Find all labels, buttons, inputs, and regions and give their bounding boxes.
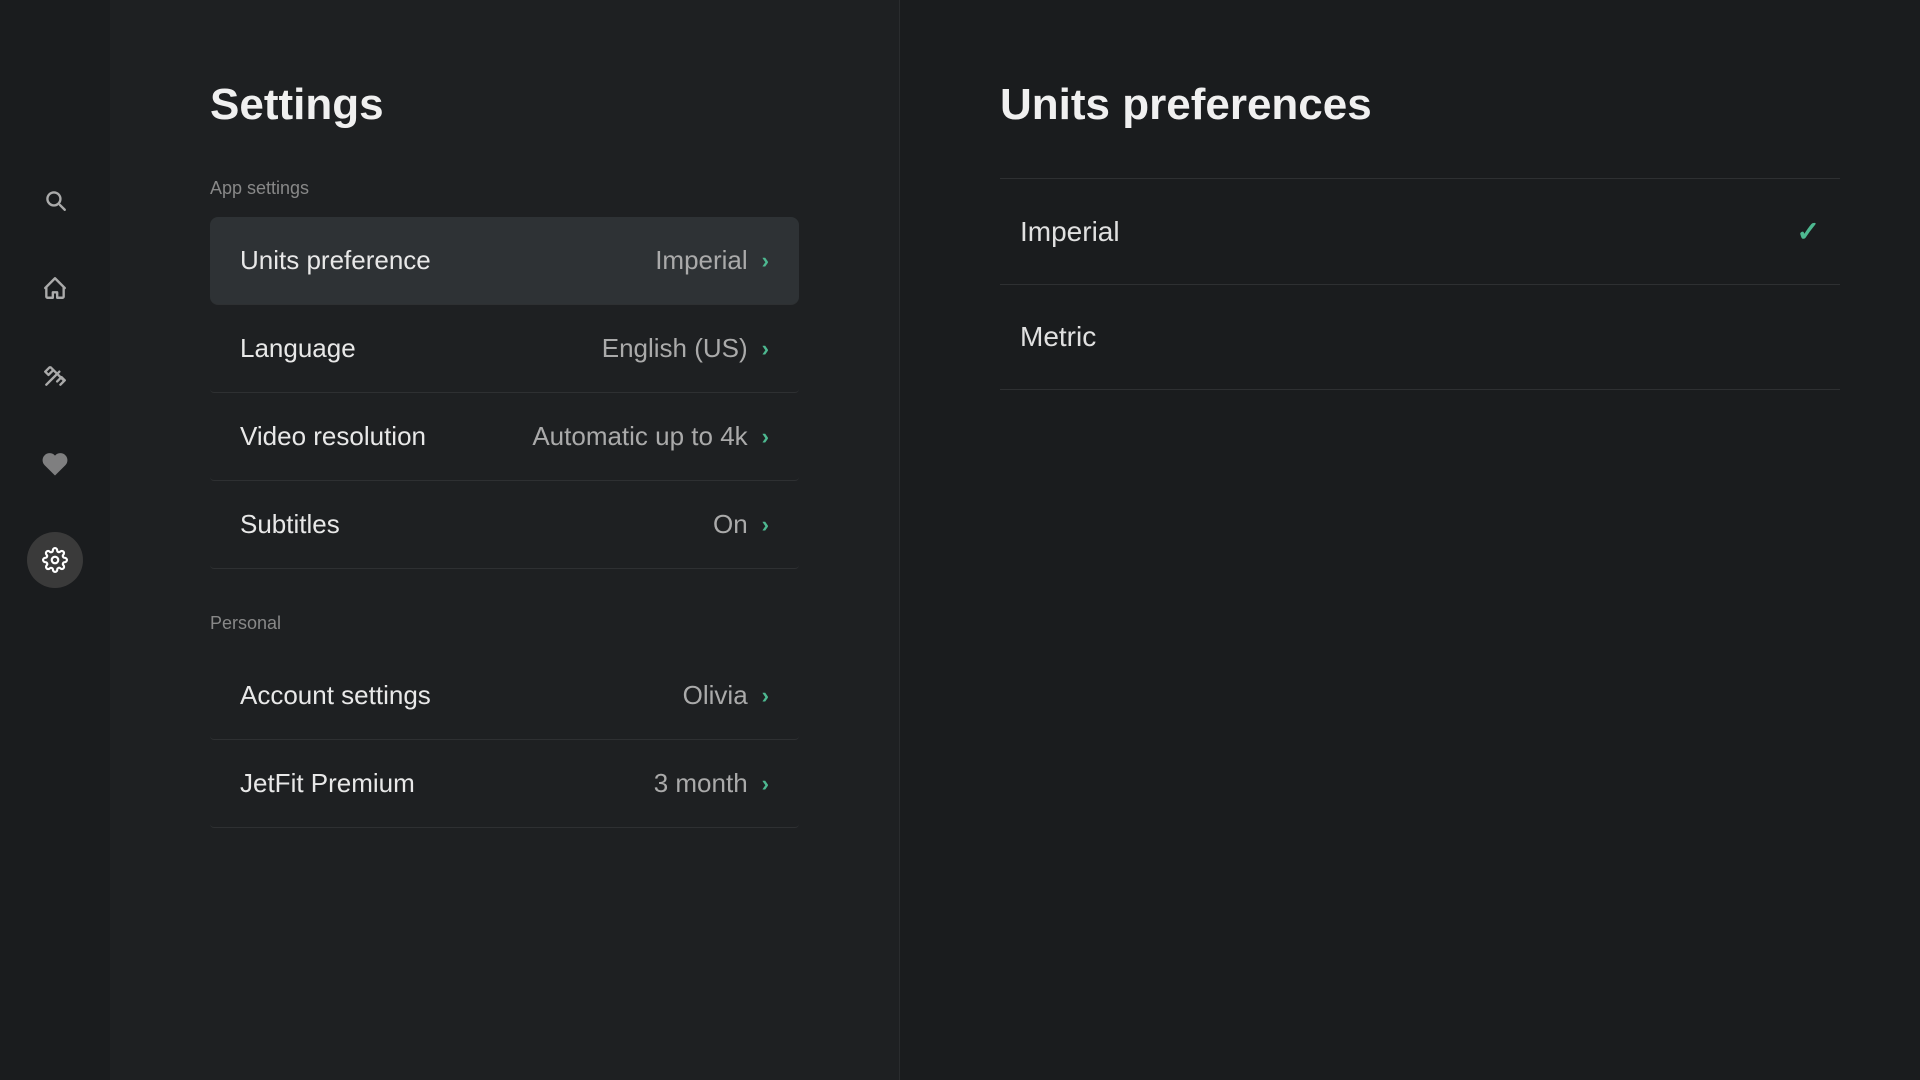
- settings-panel: Settings App settings Units preference I…: [110, 0, 900, 1080]
- chevron-right-icon: ›: [762, 424, 769, 450]
- settings-icon[interactable]: [27, 532, 83, 588]
- units-preferences-title: Units preferences: [1000, 80, 1840, 130]
- account-settings-item[interactable]: Account settings Olivia ›: [210, 652, 799, 740]
- units-preference-label: Units preference: [240, 245, 431, 276]
- app-settings-label: App settings: [210, 178, 799, 199]
- subtitles-item[interactable]: Subtitles On ›: [210, 481, 799, 569]
- home-icon[interactable]: [35, 268, 75, 308]
- favorites-icon[interactable]: [35, 444, 75, 484]
- checkmark-icon: ✓: [1797, 215, 1820, 248]
- metric-label: Metric: [1020, 321, 1096, 353]
- units-preference-item[interactable]: Units preference Imperial ›: [210, 217, 799, 305]
- chevron-right-icon: ›: [762, 336, 769, 362]
- units-options-list: Imperial ✓ Metric: [1000, 178, 1840, 390]
- chevron-right-icon: ›: [762, 512, 769, 538]
- account-settings-value: Olivia ›: [683, 680, 769, 711]
- page-title: Settings: [210, 80, 799, 130]
- video-resolution-value: Automatic up to 4k ›: [532, 421, 769, 452]
- units-preferences-panel: Units preferences Imperial ✓ Metric: [900, 0, 1920, 1080]
- subtitles-label: Subtitles: [240, 509, 340, 540]
- sidebar: [0, 0, 110, 1080]
- language-value: English (US) ›: [602, 333, 769, 364]
- jetfit-premium-label: JetFit Premium: [240, 768, 415, 799]
- language-label: Language: [240, 333, 356, 364]
- personal-label: Personal: [210, 613, 799, 634]
- units-preference-value: Imperial ›: [655, 245, 769, 276]
- account-settings-label: Account settings: [240, 680, 431, 711]
- video-resolution-label: Video resolution: [240, 421, 426, 452]
- chevron-right-icon: ›: [762, 683, 769, 709]
- metric-option[interactable]: Metric: [1000, 285, 1840, 390]
- jetfit-premium-item[interactable]: JetFit Premium 3 month ›: [210, 740, 799, 828]
- imperial-option[interactable]: Imperial ✓: [1000, 179, 1840, 285]
- video-resolution-item[interactable]: Video resolution Automatic up to 4k ›: [210, 393, 799, 481]
- search-icon[interactable]: [35, 180, 75, 220]
- subtitles-value: On ›: [713, 509, 769, 540]
- jetfit-premium-value: 3 month ›: [654, 768, 769, 799]
- app-settings-list: Units preference Imperial › Language Eng…: [210, 217, 799, 569]
- personal-settings-list: Account settings Olivia › JetFit Premium…: [210, 652, 799, 828]
- chevron-right-icon: ›: [762, 771, 769, 797]
- imperial-label: Imperial: [1020, 216, 1120, 248]
- language-item[interactable]: Language English (US) ›: [210, 305, 799, 393]
- chevron-right-icon: ›: [762, 248, 769, 274]
- tools-icon[interactable]: [35, 356, 75, 396]
